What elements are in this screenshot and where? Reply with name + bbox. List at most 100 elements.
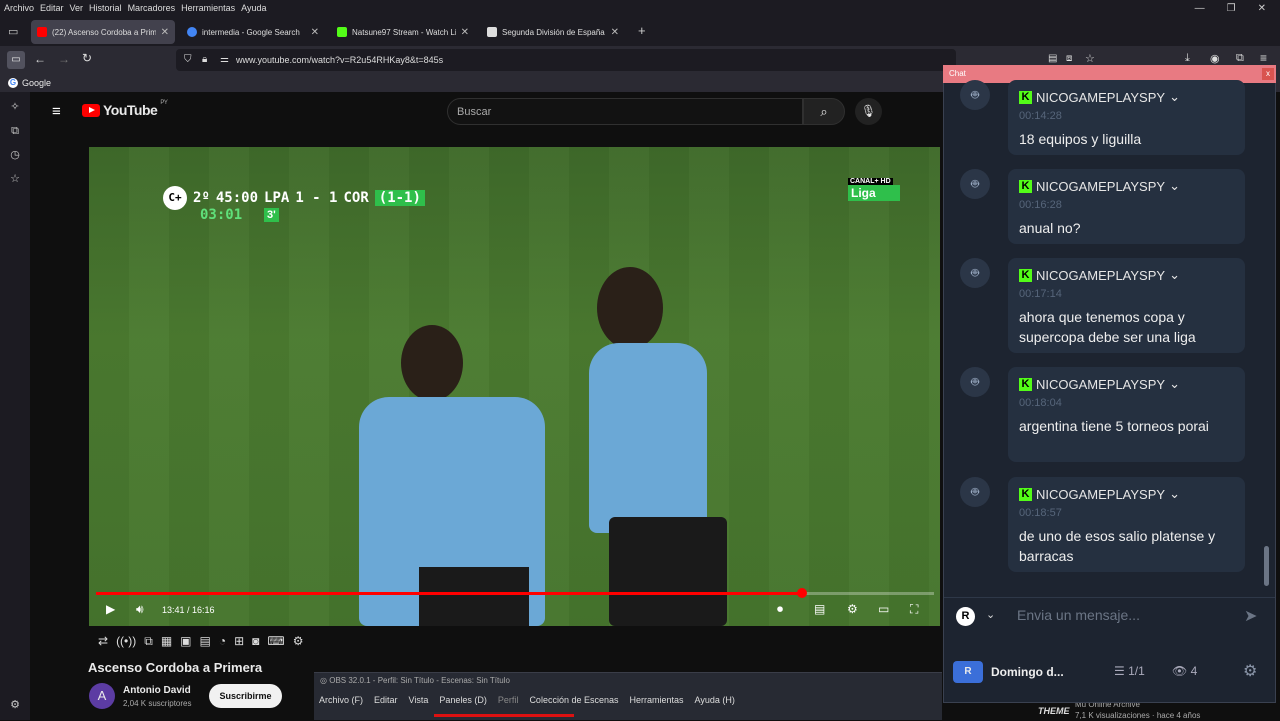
user-avatar[interactable]: 🤖︎ xyxy=(960,477,990,507)
recommendation-thumbnail-label[interactable]: THEME xyxy=(1038,706,1070,716)
sidebar-toggle-icon[interactable]: ▭ xyxy=(7,51,25,69)
chat-scrollbar[interactable] xyxy=(1264,546,1269,586)
obs-menu-paneles[interactable]: Paneles (D) xyxy=(439,695,487,705)
obs-menu-editar[interactable]: Editar xyxy=(374,695,398,705)
chat-username[interactable]: NICOGAMEPLAYSPY xyxy=(1036,268,1165,283)
fullscreen-icon[interactable]: ⛶ xyxy=(910,602,918,617)
menu-ver[interactable]: Ver xyxy=(70,3,84,13)
voice-search-button[interactable]: 🎙︎ xyxy=(855,98,882,125)
camera-icon[interactable]: ◙ xyxy=(252,634,259,649)
close-tab-icon[interactable]: ✕ xyxy=(611,27,619,38)
menu-historial[interactable]: Historial xyxy=(89,3,122,13)
bookmark-star-icon[interactable]: ☆ xyxy=(1085,52,1095,65)
add-image-icon[interactable]: ⊞ xyxy=(234,634,244,649)
chevron-down-icon[interactable]: ⌄ xyxy=(1169,89,1180,105)
extensions-icon[interactable]: ⧉ xyxy=(1236,52,1244,65)
chevron-down-icon[interactable]: ⌄ xyxy=(986,608,995,621)
chevron-down-icon[interactable]: ⌄ xyxy=(1169,486,1180,502)
chat-username[interactable]: NICOGAMEPLAYSPY xyxy=(1036,377,1165,392)
identity-badge[interactable]: R xyxy=(956,607,975,626)
menu-ayuda[interactable]: Ayuda xyxy=(241,3,266,13)
chevron-down-icon[interactable]: ⌄ xyxy=(1169,376,1180,392)
progress-scrubber[interactable] xyxy=(796,588,807,598)
user-avatar[interactable]: 🤖︎ xyxy=(960,258,990,288)
youtube-logo[interactable]: YouTube PY xyxy=(82,100,168,118)
close-icon[interactable]: ✕ xyxy=(1258,3,1266,14)
close-tab-icon[interactable]: ✕ xyxy=(311,27,319,38)
search-input[interactable]: Buscar xyxy=(447,98,803,125)
broadcast-icon[interactable]: ((•)) xyxy=(116,634,136,649)
screenshot-icon[interactable]: ⧈ xyxy=(1066,53,1072,64)
minimize-icon[interactable]: — xyxy=(1195,3,1205,14)
tab-kick[interactable]: Natsune97 Stream - Watch Live ✕ xyxy=(331,20,475,44)
volume-icon[interactable]: 🔊︎ xyxy=(136,602,144,617)
hamburger-icon[interactable]: ≡ xyxy=(52,103,61,120)
permissions-icon[interactable]: ⚌ xyxy=(220,54,229,65)
user-avatar[interactable]: 🤖︎ xyxy=(960,80,990,110)
chat-settings-icon[interactable]: ⚙ xyxy=(1243,661,1257,681)
screen-record-icon[interactable]: ⧉ xyxy=(144,634,153,649)
menu-editar[interactable]: Editar xyxy=(40,3,64,13)
shield-icon[interactable]: ⛉ xyxy=(184,54,192,65)
loop-icon[interactable]: ⇄ xyxy=(98,634,108,649)
tab-youtube[interactable]: (22) Ascenso Cordoba a Primera ✕ xyxy=(31,20,175,44)
speed-icon[interactable]: ◔ xyxy=(219,634,226,649)
theater-mode-icon[interactable]: ▭ xyxy=(878,602,889,616)
close-tab-icon[interactable]: ✕ xyxy=(461,27,469,38)
search-button[interactable]: ⌕ xyxy=(803,98,845,125)
clapper-icon[interactable]: ▦ xyxy=(161,634,172,649)
image-icon[interactable]: ▣ xyxy=(180,634,191,649)
user-avatar[interactable]: 🤖︎ xyxy=(960,169,990,199)
close-tab-icon[interactable]: ✕ xyxy=(161,27,169,38)
history-icon[interactable]: ◷ xyxy=(8,148,22,162)
lock-icon[interactable]: 🔒︎ xyxy=(202,54,207,65)
obs-menu-ayuda[interactable]: Ayuda (H) xyxy=(695,695,735,705)
obs-menu-vista[interactable]: Vista xyxy=(409,695,429,705)
settings-icon[interactable]: ⚙ xyxy=(8,698,22,712)
bookmarks-icon[interactable]: ☆ xyxy=(8,172,22,186)
user-avatar[interactable]: 🤖︎ xyxy=(960,367,990,397)
chat-username[interactable]: NICOGAMEPLAYSPY xyxy=(1036,90,1165,105)
menu-marcadores[interactable]: Marcadores xyxy=(128,3,176,13)
frame-icon[interactable]: ▤ xyxy=(200,634,211,649)
menu-archivo[interactable]: Archivo xyxy=(4,3,34,13)
downloads-icon[interactable]: ⤓ xyxy=(1185,52,1190,65)
obs-menu-escenas[interactable]: Colección de Escenas xyxy=(529,695,618,705)
menu-icon[interactable]: ≡ xyxy=(1260,51,1267,65)
bookmark-google[interactable]: Google xyxy=(22,78,51,88)
send-icon[interactable]: ➤ xyxy=(1244,606,1257,626)
new-tab-icon[interactable]: + xyxy=(638,23,646,38)
obs-menu-archivo[interactable]: Archivo (F) xyxy=(319,695,363,705)
chevron-down-icon[interactable]: ⌄ xyxy=(1169,178,1180,194)
subscribe-button[interactable]: Suscribirme xyxy=(209,684,282,708)
tab-google-search[interactable]: intermedia - Google Search ✕ xyxy=(181,20,325,44)
reader-icon[interactable]: ▤ xyxy=(1048,53,1057,64)
subtitles-icon[interactable]: ▤ xyxy=(814,602,825,616)
restore-icon[interactable]: ❐ xyxy=(1227,3,1236,14)
channel-avatar[interactable]: A xyxy=(89,683,115,709)
chevron-down-icon[interactable]: ⌄ xyxy=(1169,267,1180,283)
chat-username[interactable]: NICOGAMEPLAYSPY xyxy=(1036,179,1165,194)
tabs-icon[interactable]: ⧉ xyxy=(8,124,22,138)
back-icon[interactable]: ← xyxy=(34,52,46,66)
chat-close-icon[interactable]: x xyxy=(1262,68,1274,80)
forward-icon[interactable]: → xyxy=(58,52,70,66)
channel-icon[interactable]: R xyxy=(953,661,983,683)
channel-name[interactable]: Antonio David xyxy=(123,685,191,696)
chat-username[interactable]: NICOGAMEPLAYSPY xyxy=(1036,487,1165,502)
ai-icon[interactable]: ✧ xyxy=(8,100,22,114)
settings-icon[interactable]: ⚙ xyxy=(847,602,858,616)
obs-menu-herramientas[interactable]: Herramientas xyxy=(630,695,684,705)
chat-message-input[interactable]: Envia un mensaje... xyxy=(1017,607,1140,623)
play-icon[interactable]: ▶ xyxy=(106,602,115,616)
obs-menu-perfil[interactable]: Perfil xyxy=(498,695,519,705)
stream-title[interactable]: Domingo d... xyxy=(991,665,1064,679)
account-icon[interactable]: ◉ xyxy=(1210,52,1220,65)
url-bar[interactable]: ⛉ 🔒︎ ⚌ www.youtube.com/watch?v=R2u54RHKa… xyxy=(176,49,1095,71)
tab-wikipedia[interactable]: Segunda División de España 20 ✕ xyxy=(481,20,625,44)
reload-icon[interactable]: ↻ xyxy=(82,51,92,65)
keyboard-icon[interactable]: ⌨ xyxy=(267,634,284,649)
autoplay-toggle-icon[interactable]: ⏺ xyxy=(777,602,783,617)
menu-herramientas[interactable]: Herramientas xyxy=(181,3,235,13)
tab-list-icon[interactable]: ▭ xyxy=(8,25,18,38)
